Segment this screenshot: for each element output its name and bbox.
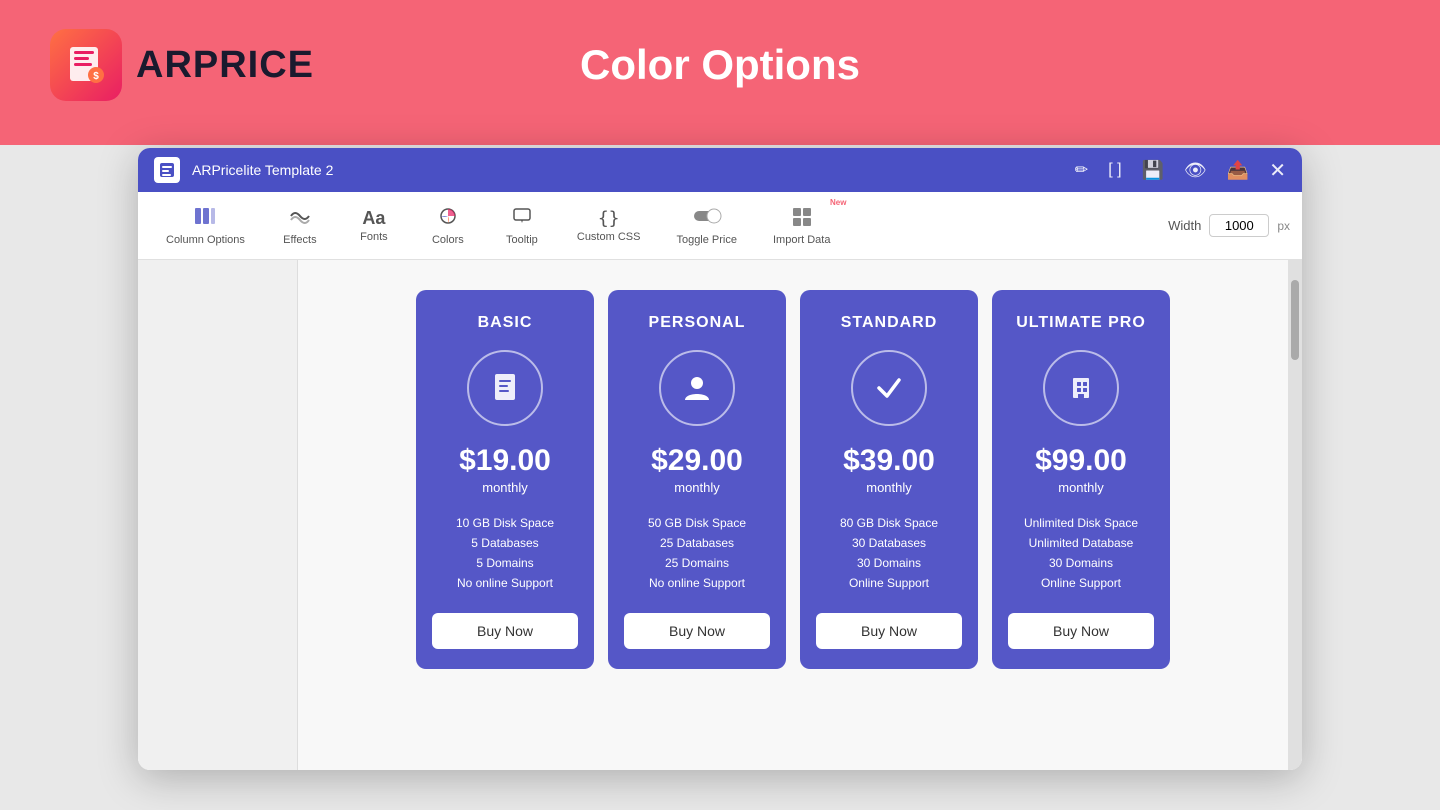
pricing-grid: BASIC $19.00 monthly 10 GB Disk Space bbox=[416, 290, 1170, 740]
card-period-ultimate-pro: monthly bbox=[1058, 480, 1104, 495]
content-area: BASIC $19.00 monthly 10 GB Disk Space bbox=[138, 260, 1302, 770]
card-price-basic: $19.00 bbox=[459, 444, 551, 478]
share-icon[interactable]: 📤 bbox=[1227, 160, 1249, 181]
new-badge: New bbox=[830, 198, 846, 207]
toolbar-effects-label: Effects bbox=[283, 234, 316, 246]
feature-basic-1: 5 Databases bbox=[432, 533, 578, 553]
pricing-card-standard: STANDARD $39.00 monthly 80 GB Disk Space… bbox=[800, 290, 978, 669]
card-period-personal: monthly bbox=[674, 480, 720, 495]
close-icon[interactable]: ✕ bbox=[1269, 158, 1286, 183]
feature-basic-2: 5 Domains bbox=[432, 553, 578, 573]
card-title-standard: STANDARD bbox=[841, 314, 938, 332]
toolbar-import-data-label: Import Data bbox=[773, 234, 830, 246]
feature-personal-1: 25 Databases bbox=[624, 533, 770, 553]
pricing-card-basic: BASIC $19.00 monthly 10 GB Disk Space bbox=[416, 290, 594, 669]
tooltip-icon bbox=[511, 206, 533, 232]
toolbar-effects[interactable]: Effects bbox=[265, 200, 335, 252]
brackets-icon[interactable]: [ ] bbox=[1108, 161, 1121, 179]
feature-standard-3: Online Support bbox=[816, 573, 962, 593]
window-container: ARPricelite Template 2 ✏ [ ] 💾 👁 📤 ✕ Col… bbox=[138, 148, 1302, 770]
title-bar-actions: ✏ [ ] 💾 👁 📤 ✕ bbox=[1075, 158, 1286, 183]
pricing-card-ultimate-pro: ULTIMATE PRO $99.00 monthly bbox=[992, 290, 1170, 669]
toolbar-custom-css[interactable]: {} Custom CSS bbox=[561, 202, 657, 249]
toolbar-tooltip[interactable]: Tooltip bbox=[487, 200, 557, 252]
feature-standard-1: 30 Databases bbox=[816, 533, 962, 553]
feature-ultimate-3: Online Support bbox=[1008, 573, 1154, 593]
edit-icon[interactable]: ✏ bbox=[1075, 160, 1088, 180]
feature-standard-0: 80 GB Disk Space bbox=[816, 513, 962, 533]
card-features-basic: 10 GB Disk Space 5 Databases 5 Domains N… bbox=[432, 513, 578, 593]
card-period-basic: monthly bbox=[482, 480, 528, 495]
feature-personal-2: 25 Domains bbox=[624, 553, 770, 573]
scrollbar-thumb[interactable] bbox=[1291, 280, 1299, 360]
column-options-icon bbox=[194, 206, 216, 232]
svg-text:$: $ bbox=[93, 71, 99, 82]
card-icon-circle-ultimate-pro bbox=[1043, 350, 1119, 426]
scrollbar[interactable] bbox=[1288, 260, 1302, 770]
card-features-ultimate-pro: Unlimited Disk Space Unlimited Database … bbox=[1008, 513, 1154, 593]
feature-ultimate-0: Unlimited Disk Space bbox=[1008, 513, 1154, 533]
buy-now-personal[interactable]: Buy Now bbox=[624, 613, 770, 649]
card-features-standard: 80 GB Disk Space 30 Databases 30 Domains… bbox=[816, 513, 962, 593]
toolbar-colors[interactable]: Colors bbox=[413, 200, 483, 252]
feature-basic-3: No online Support bbox=[432, 573, 578, 593]
toolbar-fonts[interactable]: Aa Fonts bbox=[339, 202, 409, 249]
toolbar-column-options[interactable]: Column Options bbox=[150, 200, 261, 252]
main-content: BASIC $19.00 monthly 10 GB Disk Space bbox=[298, 260, 1288, 770]
card-title-basic: BASIC bbox=[478, 314, 533, 332]
card-title-personal: PERSONAL bbox=[649, 314, 746, 332]
width-unit: px bbox=[1277, 219, 1290, 233]
import-data-icon bbox=[791, 206, 813, 232]
card-features-personal: 50 GB Disk Space 25 Databases 25 Domains… bbox=[624, 513, 770, 593]
buy-now-standard[interactable]: Buy Now bbox=[816, 613, 962, 649]
toolbar-custom-css-label: Custom CSS bbox=[577, 231, 641, 243]
buy-now-basic[interactable]: Buy Now bbox=[432, 613, 578, 649]
header-title: Color Options bbox=[580, 41, 860, 89]
custom-css-icon: {} bbox=[598, 208, 620, 229]
feature-ultimate-2: 30 Domains bbox=[1008, 553, 1154, 573]
feature-ultimate-1: Unlimited Database bbox=[1008, 533, 1154, 553]
feature-personal-3: No online Support bbox=[624, 573, 770, 593]
card-price-ultimate-pro: $99.00 bbox=[1035, 444, 1127, 478]
title-bar: ARPricelite Template 2 ✏ [ ] 💾 👁 📤 ✕ bbox=[138, 148, 1302, 192]
header: $ ARPRICE Color Options bbox=[0, 0, 1440, 130]
save-icon[interactable]: 💾 bbox=[1142, 160, 1164, 181]
toolbar-toggle-price-label: Toggle Price bbox=[676, 234, 737, 246]
toolbar-import-data-wrapper: New Import Data bbox=[757, 200, 846, 252]
card-title-ultimate-pro: ULTIMATE PRO bbox=[1016, 314, 1146, 332]
title-bar-icon bbox=[154, 157, 180, 183]
preview-icon[interactable]: 👁 bbox=[1184, 160, 1207, 181]
feature-standard-2: 30 Domains bbox=[816, 553, 962, 573]
toolbar-tooltip-label: Tooltip bbox=[506, 234, 538, 246]
logo-text: ARPRICE bbox=[136, 44, 314, 87]
logo-container: $ ARPRICE bbox=[50, 29, 314, 101]
card-icon-circle-basic bbox=[467, 350, 543, 426]
feature-basic-0: 10 GB Disk Space bbox=[432, 513, 578, 533]
width-label: Width bbox=[1168, 218, 1201, 233]
toolbar: Column Options Effects Aa Fonts bbox=[138, 192, 1302, 260]
colors-icon bbox=[437, 206, 459, 232]
feature-personal-0: 50 GB Disk Space bbox=[624, 513, 770, 533]
width-input[interactable] bbox=[1209, 214, 1269, 237]
card-price-personal: $29.00 bbox=[651, 444, 743, 478]
toolbar-right: Width px bbox=[1168, 214, 1290, 237]
toolbar-colors-label: Colors bbox=[432, 234, 464, 246]
toolbar-toggle-price[interactable]: Toggle Price bbox=[660, 200, 753, 252]
sidebar-left bbox=[138, 260, 298, 770]
card-price-standard: $39.00 bbox=[843, 444, 935, 478]
toolbar-fonts-label: Fonts bbox=[360, 231, 388, 243]
buy-now-ultimate-pro[interactable]: Buy Now bbox=[1008, 613, 1154, 649]
effects-icon bbox=[289, 206, 311, 232]
toolbar-import-data[interactable]: Import Data bbox=[757, 200, 846, 252]
pricing-card-personal: PERSONAL $29.00 monthly 50 GB Disk Space… bbox=[608, 290, 786, 669]
card-icon-circle-personal bbox=[659, 350, 735, 426]
logo-icon: $ bbox=[50, 29, 122, 101]
toggle-price-icon bbox=[692, 206, 722, 232]
card-icon-circle-standard bbox=[851, 350, 927, 426]
window-title: ARPricelite Template 2 bbox=[192, 162, 1063, 178]
toolbar-column-options-label: Column Options bbox=[166, 234, 245, 246]
fonts-icon: Aa bbox=[362, 208, 385, 229]
card-period-standard: monthly bbox=[866, 480, 912, 495]
